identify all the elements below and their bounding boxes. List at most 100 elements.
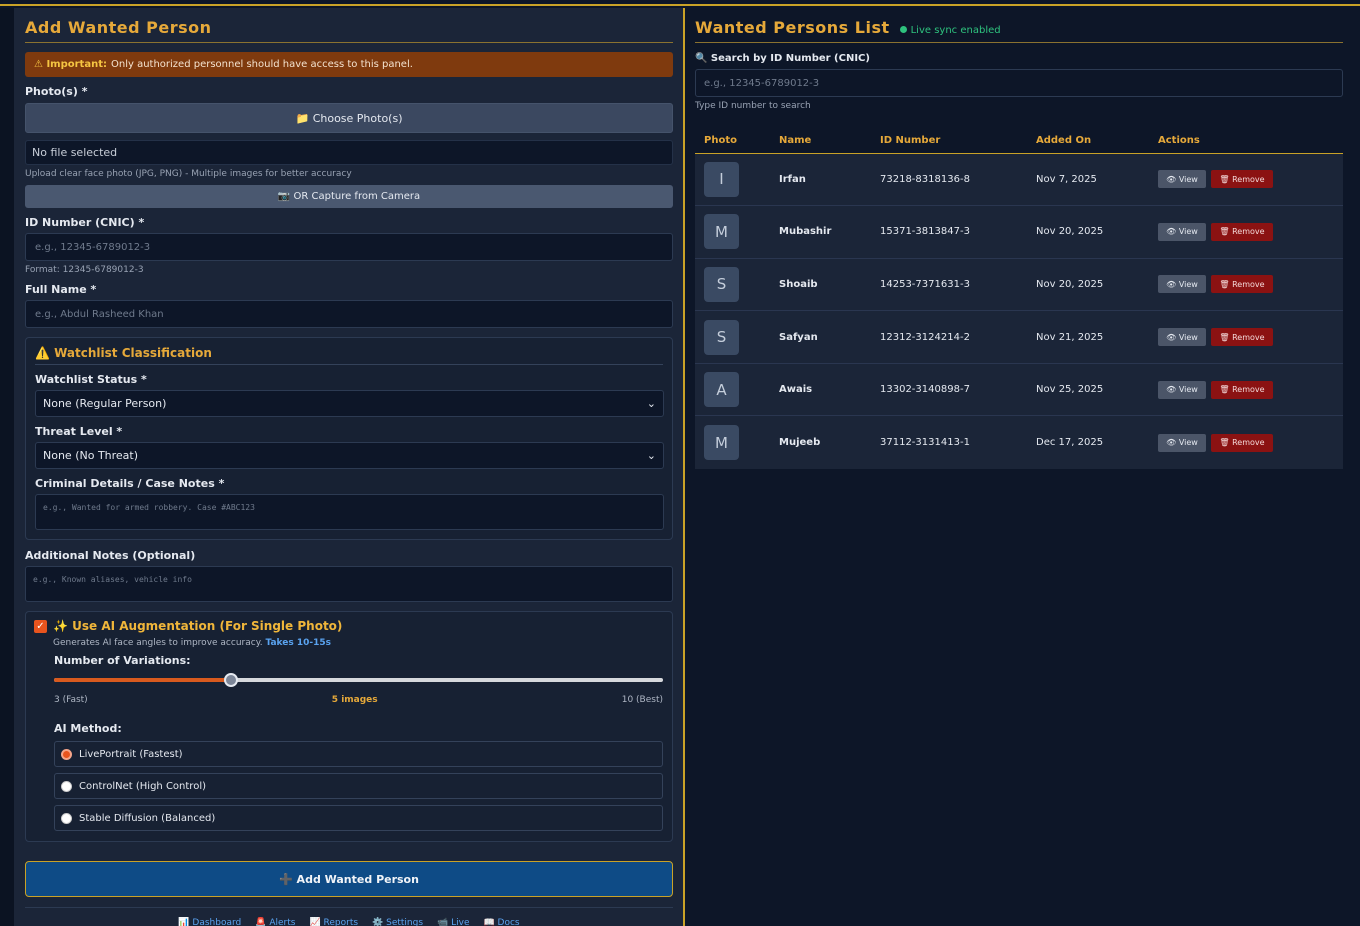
search-label: 🔍 Search by ID Number (CNIC): [695, 53, 870, 64]
criminal-details-textarea[interactable]: e.g., Wanted for armed robbery. Case #AB…: [35, 494, 664, 530]
row-actions: 👁 View 🗑 Remove: [1149, 153, 1343, 207]
footer-nav: 📊 Dashboard 🚨 Alerts 📈 Reports ⚙️ Settings 📹…: [25, 907, 673, 926]
avatar: A: [704, 372, 739, 408]
view-button[interactable]: 👁 View: [1158, 170, 1206, 189]
ai-duration: Takes 10-15s: [265, 638, 332, 648]
avatar: S: [704, 319, 739, 355]
choose-photo-button[interactable]: 📁 Choose Photo(s): [25, 103, 673, 133]
capture-camera-button[interactable]: 📷 OR Capture from Camera: [25, 185, 673, 208]
view-button[interactable]: 👁 View: [1158, 275, 1206, 294]
ai-augmentation-section: ✓ ✨ Use AI Augmentation (For Single Phot…: [25, 611, 673, 842]
alert-text: Only authorized personnel should have ac…: [110, 59, 413, 70]
wanted-table: Photo Name ID Number Added On Actions I Irfan…: [695, 128, 1343, 469]
remove-button[interactable]: 🗑 Remove: [1211, 328, 1273, 347]
footer-link[interactable]: 🚨 Alerts: [255, 918, 295, 926]
view-button[interactable]: 👁 View: [1158, 433, 1206, 452]
ai-method-option[interactable]: Stable Diffusion (Balanced): [54, 805, 663, 831]
person-id: 12312-3124214-2: [871, 310, 1027, 364]
photos-label: Photo(s) *: [25, 85, 88, 98]
search-input[interactable]: e.g., 12345-6789012-3: [695, 69, 1343, 97]
ai-method-label-text: ControlNet (High Control): [79, 780, 206, 792]
avatar: M: [704, 425, 739, 461]
view-button[interactable]: 👁 View: [1158, 328, 1206, 347]
ai-method-list: LivePortrait (Fastest) ControlNet (High C…: [54, 741, 663, 831]
notes-label: Additional Notes (Optional): [25, 549, 196, 562]
ai-method-option[interactable]: LivePortrait (Fastest): [54, 741, 663, 767]
person-name: Mubashir: [770, 205, 871, 259]
alert-strong: ⚠ Important:: [34, 59, 107, 70]
table-body: I Irfan 73218-8318136-8 Nov 7, 2025 👁 View 🗑 …: [695, 153, 1343, 469]
radio-icon[interactable]: [61, 748, 72, 760]
photo-hint: Upload clear face photo (JPG, PNG) - Mul…: [25, 169, 352, 179]
added-date: Nov 21, 2025: [1027, 310, 1149, 364]
remove-button[interactable]: 🗑 Remove: [1211, 433, 1273, 452]
threat-level-label: Threat Level *: [35, 425, 123, 438]
footer-link[interactable]: 📈 Reports: [309, 918, 358, 926]
person-name: Awais: [770, 363, 871, 417]
table-row: M Mujeeb 37112-3131413-1 Dec 17, 2025 👁 View…: [695, 415, 1343, 469]
sync-status: Live sync enabled: [899, 25, 1001, 36]
avatar: I: [704, 161, 739, 197]
chevron-down-icon: ⌄: [646, 449, 656, 462]
footer-link[interactable]: 📖 Docs: [483, 918, 519, 926]
slider-thumb[interactable]: [224, 673, 238, 687]
live-dot-icon: [899, 26, 907, 33]
radio-icon[interactable]: [61, 812, 72, 824]
added-date: Nov 7, 2025: [1027, 153, 1149, 207]
remove-button[interactable]: 🗑 Remove: [1211, 222, 1273, 241]
view-button[interactable]: 👁 View: [1158, 380, 1206, 399]
watchlist-status-value: None (Regular Person): [43, 397, 167, 410]
id-format-hint: Format: 12345-6789012-3: [25, 265, 144, 275]
notes-textarea[interactable]: e.g., Known aliases, vehicle info: [25, 566, 673, 602]
list-title: Wanted Persons List: [695, 18, 890, 37]
slider-scale: 3 (Fast) 5 images 10 (Best): [54, 695, 663, 705]
ai-method-label: AI Method:: [54, 722, 122, 735]
remove-button[interactable]: 🗑 Remove: [1211, 380, 1273, 399]
wanted-list-panel: Wanted Persons List Live sync enabled 🔍 …: [685, 8, 1360, 926]
person-id: 73218-8318136-8: [871, 153, 1027, 207]
id-number-input[interactable]: e.g., 12345-6789012-3: [25, 233, 673, 261]
add-person-panel: Add Wanted Person ⚠ Important: Only auth…: [14, 8, 683, 926]
ai-title: ✨ Use AI Augmentation (For Single Photo): [53, 619, 343, 633]
watchlist-section: ⚠️ Watchlist Classification Watchlist St…: [25, 337, 673, 540]
remove-button[interactable]: 🗑 Remove: [1211, 170, 1273, 189]
view-button[interactable]: 👁 View: [1158, 222, 1206, 241]
person-name: Shoaib: [770, 258, 871, 312]
slider-min-label: 3 (Fast): [54, 695, 88, 705]
threat-level-value: None (No Threat): [43, 449, 139, 462]
added-date: Nov 20, 2025: [1027, 205, 1149, 259]
column-header: Photo: [695, 128, 770, 154]
footer-link[interactable]: 📹 Live: [437, 918, 469, 926]
slider-value-label: 5 images: [331, 695, 378, 705]
ai-augmentation-checkbox[interactable]: ✓: [34, 619, 47, 633]
watchlist-status-label: Watchlist Status *: [35, 373, 147, 386]
ai-subtitle: Generates AI face angles to improve accu…: [53, 638, 332, 648]
row-actions: 👁 View 🗑 Remove: [1149, 363, 1343, 417]
added-date: Nov 25, 2025: [1027, 363, 1149, 417]
threat-level-select[interactable]: None (No Threat) ⌄: [35, 442, 664, 469]
variations-slider[interactable]: [54, 670, 663, 690]
add-wanted-person-button[interactable]: ➕ Add Wanted Person: [25, 861, 673, 897]
ai-method-option[interactable]: ControlNet (High Control): [54, 773, 663, 799]
row-actions: 👁 View 🗑 Remove: [1149, 415, 1343, 469]
person-id: 14253-7371631-3: [871, 258, 1027, 312]
row-actions: 👁 View 🗑 Remove: [1149, 205, 1343, 259]
warning-alert: ⚠ Important: Only authorized personnel s…: [25, 52, 673, 77]
column-header: ID Number: [871, 128, 1027, 154]
person-id: 15371-3813847-3: [871, 205, 1027, 259]
slider-max-label: 10 (Best): [621, 695, 663, 705]
added-date: Nov 20, 2025: [1027, 258, 1149, 312]
row-actions: 👁 View 🗑 Remove: [1149, 258, 1343, 312]
watchlist-status-select[interactable]: None (Regular Person) ⌄: [35, 390, 664, 417]
column-header: Actions: [1149, 128, 1343, 154]
table-header-row: Photo Name ID Number Added On Actions: [695, 128, 1343, 154]
remove-button[interactable]: 🗑 Remove: [1211, 275, 1273, 294]
footer-link[interactable]: ⚙️ Settings: [372, 918, 423, 926]
watchlist-title: ⚠️ Watchlist Classification: [35, 346, 663, 365]
list-header: Wanted Persons List Live sync enabled: [695, 18, 1343, 43]
full-name-input[interactable]: e.g., Abdul Rasheed Khan: [25, 300, 673, 328]
variations-label: Number of Variations:: [54, 654, 191, 667]
radio-icon[interactable]: [61, 780, 72, 792]
table-row: A Awais 13302-3140898-7 Nov 25, 2025 👁 View 🗑…: [695, 363, 1343, 417]
footer-link[interactable]: 📊 Dashboard: [178, 918, 241, 926]
